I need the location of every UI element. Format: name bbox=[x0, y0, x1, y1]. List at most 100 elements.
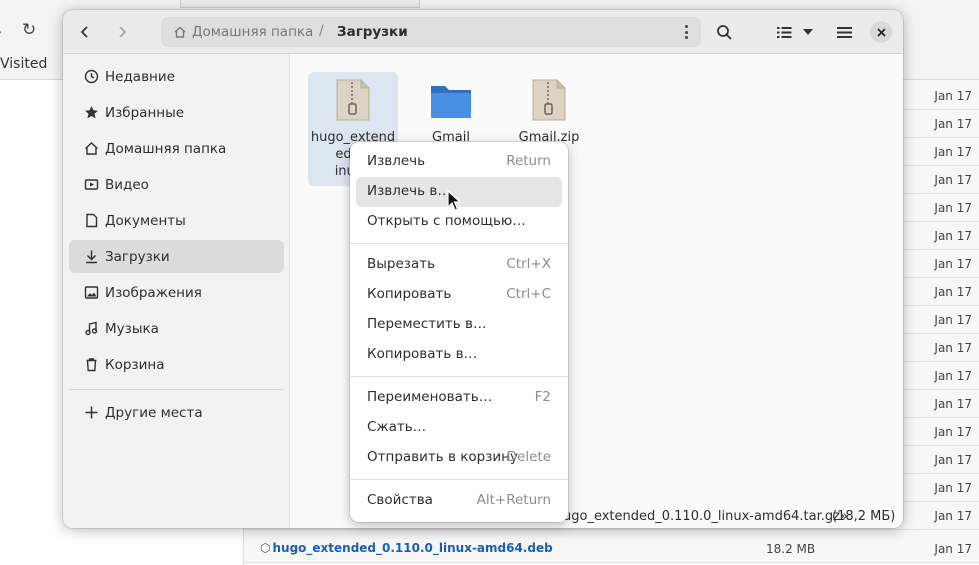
clock-icon bbox=[82, 68, 100, 86]
menu-item-label: Переместить в… bbox=[367, 316, 487, 332]
download-date: Jan 17 bbox=[934, 257, 972, 271]
hamburger-menu-icon bbox=[836, 26, 852, 38]
folder-icon bbox=[431, 86, 471, 118]
menu-divider bbox=[350, 243, 568, 244]
selection-status-name: ugo_extended_0.110.0_linux-amd64.tar.gz» bbox=[563, 509, 848, 524]
download-date: Jan 17 bbox=[934, 173, 972, 187]
menu-item-shortcut: Delete bbox=[506, 449, 551, 465]
video-icon bbox=[82, 176, 100, 194]
sidebar-item-label: Музыка bbox=[105, 320, 159, 337]
menu-item-cut[interactable]: Вырезать Ctrl+X bbox=[356, 250, 562, 280]
selection-status: ugo_extended_0.110.0_linux-amd64.tar.gz»… bbox=[543, 507, 903, 528]
sidebar-item-label: Загрузки bbox=[105, 248, 170, 265]
selection-status-size: (18,2 МБ) bbox=[832, 509, 896, 524]
home-icon bbox=[82, 140, 100, 158]
breadcrumb-home-label: Домашняя папка bbox=[192, 24, 314, 40]
package-icon: ⬡ bbox=[260, 541, 271, 555]
path-bar[interactable]: Домашняя папка / Загрузки bbox=[161, 17, 701, 47]
sidebar-divider bbox=[69, 389, 284, 390]
menu-divider bbox=[350, 376, 568, 377]
sidebar-item-music[interactable]: Музыка bbox=[69, 312, 284, 345]
download-name-text: hugo_extended_0.110.0_linux-amd64.deb bbox=[272, 541, 553, 555]
main-menu-button[interactable] bbox=[828, 16, 860, 48]
download-date: Jan 17 bbox=[934, 341, 972, 355]
menu-divider bbox=[350, 479, 568, 480]
path-menu-button[interactable] bbox=[679, 23, 693, 41]
sidebar-item-pictures[interactable]: Изображения bbox=[69, 276, 284, 309]
plus-icon bbox=[82, 404, 100, 422]
sidebar: Недавние Избранные Домашняя папка Видео … bbox=[63, 54, 290, 528]
chevron-right-icon bbox=[119, 26, 127, 38]
back-button[interactable] bbox=[69, 16, 101, 48]
download-size: 18.2 MB bbox=[766, 542, 816, 556]
download-date: Jan 17 bbox=[934, 397, 972, 411]
menu-item-copy[interactable]: Копировать Ctrl+C bbox=[356, 280, 562, 310]
sidebar-item-recent[interactable]: Недавние bbox=[69, 60, 284, 93]
sidebar-item-label: Домашняя папка bbox=[105, 140, 227, 157]
menu-item-properties[interactable]: Свойства Alt+Return bbox=[356, 486, 562, 516]
forward-button[interactable] bbox=[106, 16, 138, 48]
close-icon bbox=[876, 27, 886, 37]
list-item[interactable]: ⬡ hugo_extended_0.110.0_linux-amd64.deb 1… bbox=[244, 535, 979, 563]
download-date: Jan 17 bbox=[934, 425, 972, 439]
menu-item-move-to[interactable]: Переместить в… bbox=[356, 310, 562, 340]
download-date: Jan 17 bbox=[934, 201, 972, 215]
reload-icon[interactable]: ↻ bbox=[22, 20, 36, 40]
menu-item-label: Извлечь в… bbox=[367, 183, 451, 199]
search-icon bbox=[716, 24, 732, 40]
sidebar-item-label: Другие места bbox=[105, 404, 203, 421]
sidebar-item-starred[interactable]: Избранные bbox=[69, 96, 284, 129]
mouse-cursor-icon bbox=[447, 190, 461, 211]
sidebar-item-label: Избранные bbox=[105, 104, 185, 121]
sidebar-item-other-places[interactable]: Другие места bbox=[69, 396, 284, 429]
search-button[interactable] bbox=[708, 16, 740, 48]
menu-item-compress[interactable]: Сжать… bbox=[356, 413, 562, 443]
menu-item-label: Переименовать… bbox=[367, 389, 493, 405]
sidebar-item-documents[interactable]: Документы bbox=[69, 204, 284, 237]
download-date: Jan 17 bbox=[934, 369, 972, 383]
bookmark-visited[interactable]: Visited bbox=[0, 56, 47, 72]
menu-item-move-to-trash[interactable]: Отправить в корзину Delete bbox=[356, 443, 562, 473]
download-date: Jan 17 bbox=[934, 481, 972, 495]
sidebar-item-label: Документы bbox=[105, 212, 186, 229]
download-icon bbox=[82, 248, 100, 266]
home-icon bbox=[174, 26, 186, 38]
menu-item-label: Копировать в… bbox=[367, 346, 478, 362]
sidebar-item-downloads[interactable]: Загрузки bbox=[69, 240, 284, 273]
download-name[interactable]: ⬡ hugo_extended_0.110.0_linux-amd64.deb bbox=[260, 541, 553, 555]
menu-item-shortcut: Ctrl+X bbox=[506, 256, 551, 272]
close-button[interactable] bbox=[870, 21, 892, 43]
download-date: Jan 17 bbox=[934, 453, 972, 467]
chevron-left-icon bbox=[80, 26, 88, 38]
menu-item-shortcut: Ctrl+C bbox=[506, 286, 551, 302]
menu-item-rename[interactable]: Переименовать… F2 bbox=[356, 383, 562, 413]
download-date: Jan 17 bbox=[934, 117, 972, 131]
menu-item-extract[interactable]: Извлечь Return bbox=[356, 147, 562, 177]
sidebar-item-home[interactable]: Домашняя папка bbox=[69, 132, 284, 165]
file-item-gmail-zip[interactable]: Gmail.zip bbox=[504, 72, 594, 152]
file-item-gmail-folder[interactable]: Gmail bbox=[406, 72, 496, 152]
forward-arrow-icon[interactable]: › bbox=[0, 22, 2, 41]
menu-item-label: Открыть с помощью… bbox=[367, 213, 526, 229]
archive-icon bbox=[532, 79, 566, 121]
menu-item-label: Сжать… bbox=[367, 419, 427, 435]
view-options-button[interactable] bbox=[796, 16, 820, 48]
breadcrumb-current[interactable]: Загрузки bbox=[337, 24, 408, 40]
download-date: Jan 17 bbox=[934, 285, 972, 299]
menu-item-label: Отправить в корзину bbox=[367, 449, 518, 465]
sidebar-item-label: Изображения bbox=[105, 284, 202, 301]
download-date: Jan 17 bbox=[934, 89, 972, 103]
menu-item-shortcut: Return bbox=[506, 153, 551, 169]
menu-item-shortcut: Alt+Return bbox=[476, 492, 551, 508]
dropdown-arrow-icon bbox=[803, 29, 813, 35]
trash-icon bbox=[82, 356, 100, 374]
browser-tab[interactable] bbox=[180, 0, 420, 8]
menu-item-copy-to[interactable]: Копировать в… bbox=[356, 340, 562, 370]
menu-item-shortcut: F2 bbox=[534, 389, 551, 405]
download-date: Jan 17 bbox=[934, 542, 972, 556]
sidebar-item-videos[interactable]: Видео bbox=[69, 168, 284, 201]
sidebar-item-label: Видео bbox=[105, 176, 149, 193]
download-date: Jan 17 bbox=[934, 229, 972, 243]
breadcrumb-home[interactable]: Домашняя папка bbox=[173, 24, 313, 40]
sidebar-item-trash[interactable]: Корзина bbox=[69, 348, 284, 381]
